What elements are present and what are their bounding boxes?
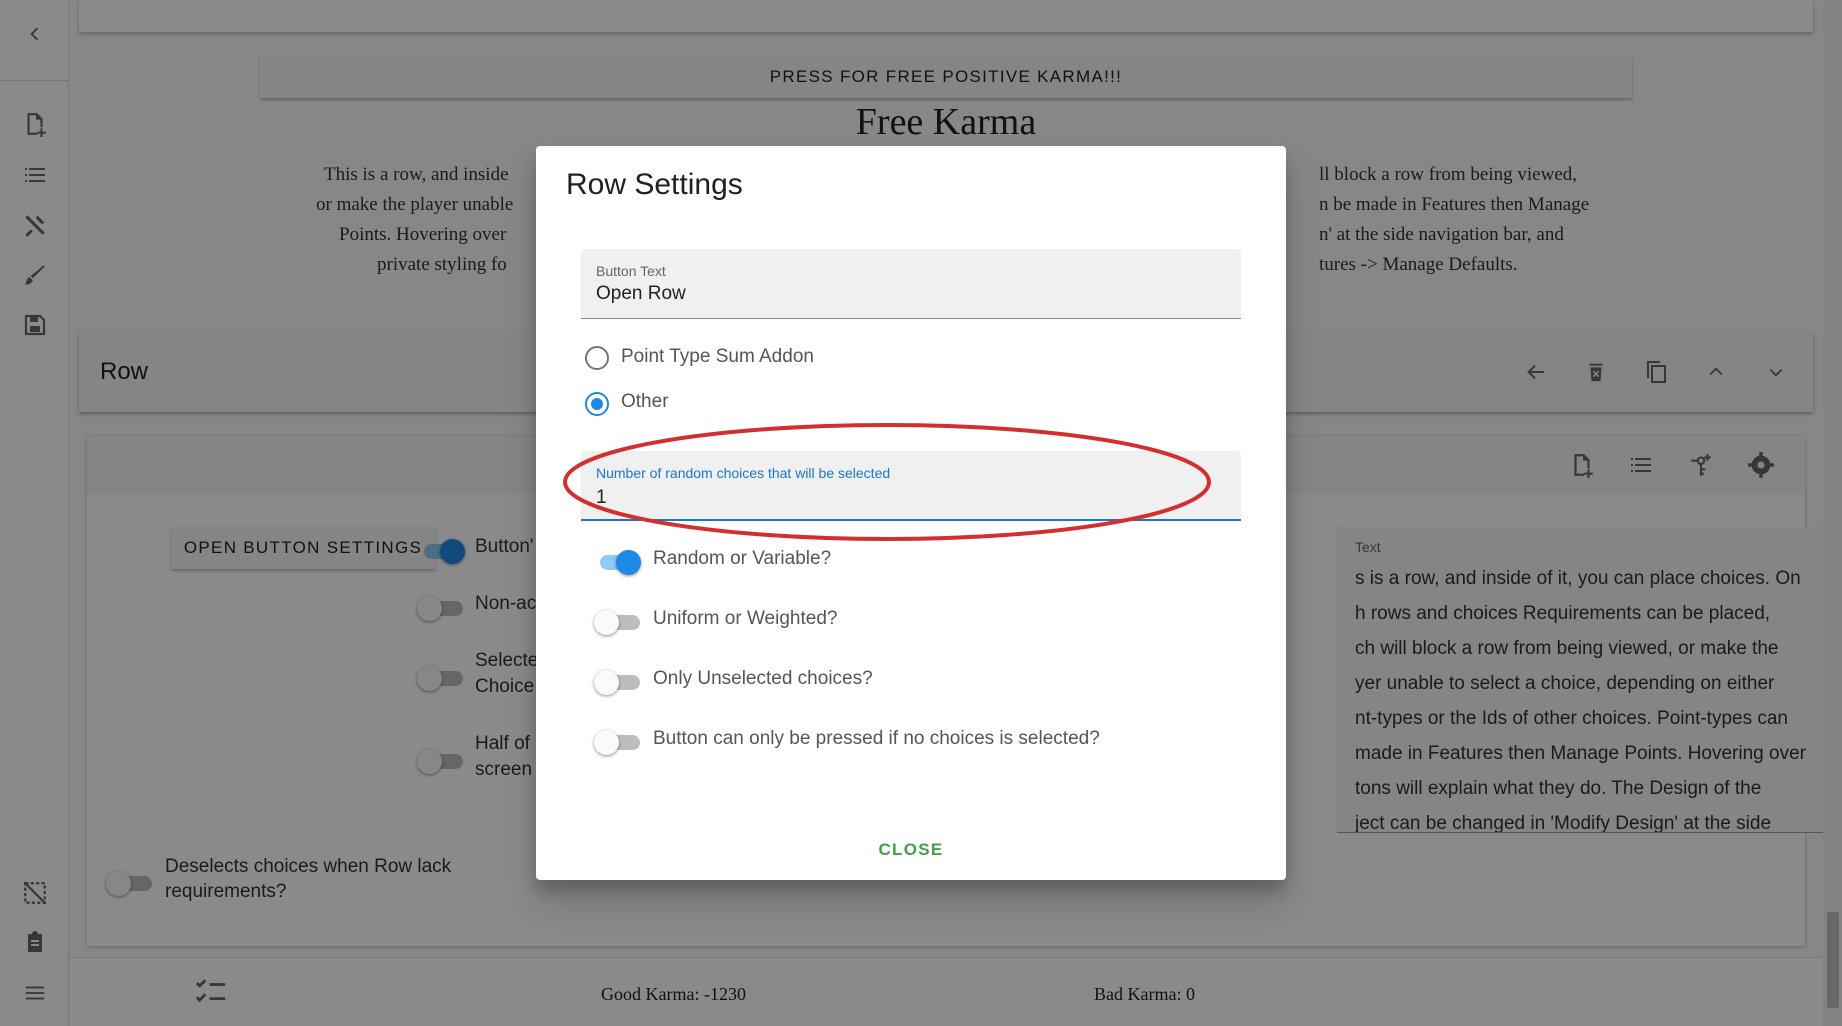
radio-point-type-sum-addon[interactable] — [582, 343, 612, 373]
random-choices-input[interactable] — [596, 487, 1216, 509]
radio-point-type-sum-addon-label: Point Type Sum Addon — [621, 346, 814, 367]
uniform-or-weighted-toggle[interactable] — [594, 606, 642, 638]
uniform-or-weighted-label: Uniform or Weighted? — [653, 608, 838, 629]
dialog-title: Row Settings — [566, 168, 743, 201]
row-settings-dialog: Row Settings Button Text Point Type Sum … — [536, 146, 1286, 880]
random-or-variable-label: Random or Variable? — [653, 548, 832, 569]
button-text-label: Button Text — [596, 263, 666, 279]
only-unselected-label: Only Unselected choices? — [653, 668, 873, 689]
random-choices-label: Number of random choices that will be se… — [596, 465, 891, 481]
radio-other-label: Other — [621, 391, 669, 412]
only-unselected-toggle[interactable] — [594, 666, 642, 698]
button-text-input[interactable] — [596, 283, 1216, 305]
radio-other[interactable] — [582, 389, 612, 419]
random-or-variable-toggle[interactable] — [594, 546, 642, 578]
button-text-field[interactable]: Button Text — [581, 249, 1241, 319]
no-choices-selected-toggle[interactable] — [594, 726, 642, 758]
no-choices-selected-label: Button can only be pressed if no choices… — [653, 728, 1100, 749]
random-choices-field[interactable]: Number of random choices that will be se… — [581, 451, 1241, 521]
close-button[interactable]: CLOSE — [846, 832, 976, 868]
